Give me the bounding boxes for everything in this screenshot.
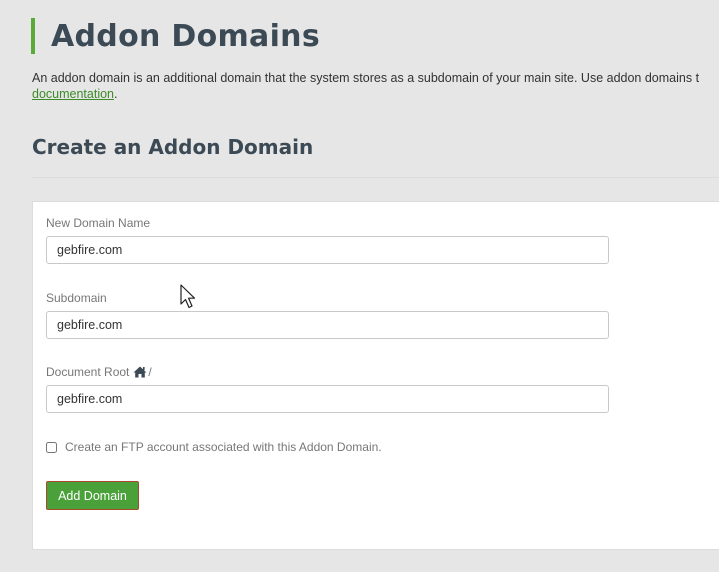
create-addon-domain-form: New Domain Name Subdomain Document Root … bbox=[32, 201, 719, 550]
document-root-label-text: Document Root bbox=[46, 365, 130, 379]
new-domain-input[interactable] bbox=[46, 236, 609, 264]
ftp-checkbox-row: Create an FTP account associated with th… bbox=[46, 440, 382, 454]
description-text: An addon domain is an additional domain … bbox=[32, 71, 700, 85]
add-domain-button[interactable]: Add Domain bbox=[46, 481, 139, 510]
section-title: Create an Addon Domain bbox=[32, 135, 314, 159]
document-root-input[interactable] bbox=[46, 385, 609, 413]
page-title: Addon Domains bbox=[51, 18, 320, 54]
ftp-account-checkbox[interactable] bbox=[46, 441, 57, 453]
section-divider bbox=[32, 177, 719, 178]
subdomain-label: Subdomain bbox=[46, 291, 107, 305]
document-root-label: Document Root / bbox=[46, 365, 152, 379]
description-period: . bbox=[114, 87, 118, 101]
mouse-cursor-icon bbox=[180, 284, 196, 309]
subdomain-input[interactable] bbox=[46, 311, 609, 339]
document-root-slash: / bbox=[148, 365, 152, 379]
page-description: An addon domain is an additional domain … bbox=[32, 70, 719, 102]
ftp-checkbox-label: Create an FTP account associated with th… bbox=[65, 440, 382, 454]
documentation-link[interactable]: documentation bbox=[32, 87, 114, 101]
new-domain-label: New Domain Name bbox=[46, 216, 151, 230]
home-icon bbox=[133, 366, 147, 378]
page-header: Addon Domains bbox=[31, 18, 320, 54]
